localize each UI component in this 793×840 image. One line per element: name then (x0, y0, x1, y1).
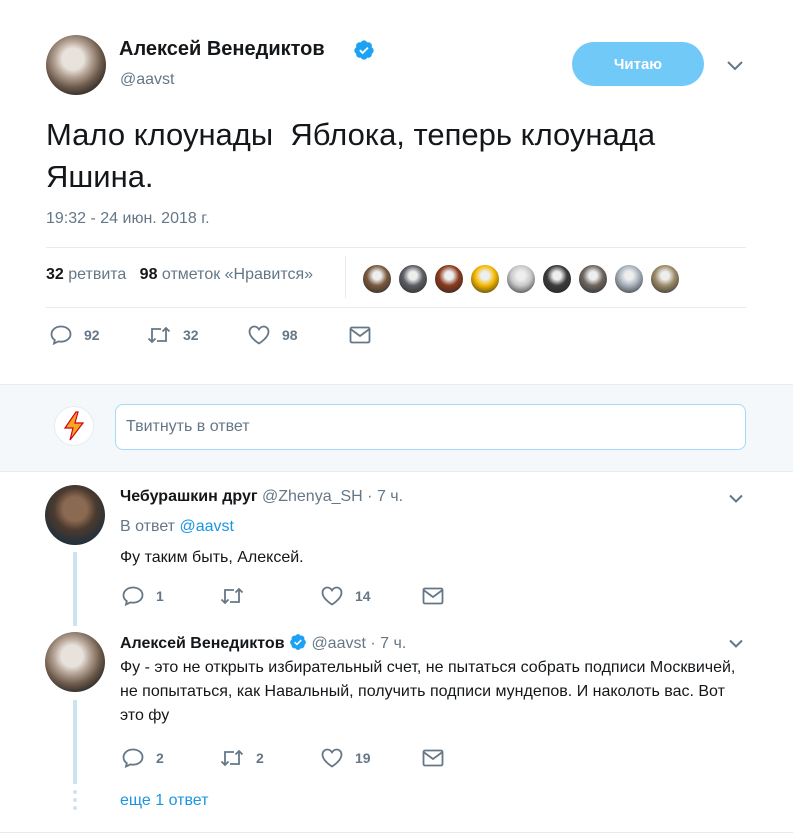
lightning-icon (63, 411, 85, 441)
retweet-count: 32 (183, 327, 199, 343)
author-name[interactable]: Алексей Венедиктов (119, 38, 325, 61)
reply-time[interactable]: · 7 ч. (367, 488, 403, 505)
reply-action[interactable]: 92 (50, 325, 100, 345)
reply-to-label: В ответ (120, 518, 176, 535)
reply-text: Фу таким быть, Алексей. (120, 549, 304, 566)
reply-author-avatar[interactable] (45, 485, 105, 545)
heart-icon (321, 748, 343, 768)
like-count: 19 (355, 750, 371, 766)
chevron-down-icon[interactable] (728, 493, 744, 504)
reply-header: Алексей Венедиктов @aavst · 7 ч. (120, 633, 406, 653)
like-action[interactable]: 14 (321, 586, 371, 606)
reply-input[interactable] (115, 404, 746, 450)
reply-header: Чебурашкин друг @Zhenya_SH · 7 ч. (120, 488, 403, 506)
envelope-icon (422, 587, 444, 605)
thread-dot (73, 798, 77, 802)
tweet-timestamp[interactable]: 19:32 - 24 июн. 2018 г. (46, 210, 210, 228)
retweet-icon (220, 587, 244, 605)
liker-avatar[interactable] (578, 264, 608, 294)
tweet-stats: 32 ретвита 98 отметок «Нравится» (46, 266, 313, 284)
like-action[interactable]: 19 (321, 748, 371, 768)
retweets-label[interactable]: ретвита (68, 266, 126, 283)
thread-line (73, 552, 77, 626)
thread-line (73, 700, 77, 784)
liker-avatar[interactable] (434, 264, 464, 294)
tweet-text: Мало клоунады Яблока, теперь клоунада Яш… (46, 117, 664, 194)
liker-avatar[interactable] (506, 264, 536, 294)
current-user-avatar[interactable] (54, 406, 94, 446)
reply-author-avatar[interactable] (45, 632, 105, 692)
like-count: 98 (282, 327, 298, 343)
show-more-replies-link[interactable]: еще 1 ответ (120, 792, 208, 810)
direct-message-action[interactable] (422, 587, 456, 605)
reply-icon (50, 325, 72, 345)
reply-action[interactable]: 2 (122, 748, 164, 768)
thread-dot (73, 790, 77, 794)
reply-text: Фу - это не открыть избирательный счет, … (120, 659, 736, 724)
reply-time[interactable]: · 7 ч. (370, 635, 406, 652)
thread-dot (73, 806, 77, 810)
reply-author-handle[interactable]: @Zhenya_SH (262, 488, 363, 505)
direct-message-action[interactable] (349, 326, 383, 344)
retweet-count: 2 (256, 750, 264, 766)
liker-avatar[interactable] (614, 264, 644, 294)
retweet-action[interactable]: 2 (220, 748, 264, 768)
reply-author-handle[interactable]: @aavst (311, 635, 365, 652)
retweet-action[interactable]: 32 (147, 325, 199, 345)
liker-avatar[interactable] (650, 264, 680, 294)
reply-count: 1 (156, 588, 164, 604)
reply-to-handle[interactable]: @aavst (179, 518, 233, 535)
following-button[interactable]: Читаю (572, 42, 704, 86)
direct-message-action[interactable] (422, 749, 456, 767)
reply-icon (122, 586, 144, 606)
liker-avatar[interactable] (362, 264, 392, 294)
reply-icon (122, 748, 144, 768)
divider (46, 307, 746, 308)
liker-avatar[interactable] (470, 264, 500, 294)
liker-avatar[interactable] (398, 264, 428, 294)
verified-badge-icon (354, 40, 374, 60)
like-action[interactable]: 98 (248, 325, 298, 345)
stats-divider (345, 256, 346, 298)
verified-badge-icon (290, 634, 306, 650)
author-avatar[interactable] (46, 35, 106, 95)
reply-author-name[interactable]: Алексей Венедиктов (120, 635, 285, 652)
liker-avatar[interactable] (542, 264, 572, 294)
chevron-down-icon[interactable] (726, 59, 744, 71)
reply-author-name[interactable]: Чебурашкин друг (120, 488, 258, 505)
reply-count: 92 (84, 327, 100, 343)
reply-context: В ответ @aavst (120, 518, 234, 536)
author-handle[interactable]: @aavst (120, 71, 174, 89)
chevron-down-icon[interactable] (728, 638, 744, 649)
divider (46, 247, 746, 248)
envelope-icon (349, 326, 371, 344)
like-count: 14 (355, 588, 371, 604)
reply-action[interactable]: 1 (122, 586, 164, 606)
likes-count[interactable]: 98 (140, 266, 158, 283)
retweets-count[interactable]: 32 (46, 266, 64, 283)
retweet-icon (147, 326, 171, 344)
reply-count: 2 (156, 750, 164, 766)
heart-icon (248, 325, 270, 345)
envelope-icon (422, 749, 444, 767)
divider (0, 832, 793, 833)
retweet-action[interactable] (220, 586, 256, 606)
retweet-icon (220, 749, 244, 767)
heart-icon (321, 586, 343, 606)
likes-label[interactable]: отметок «Нравится» (162, 266, 313, 283)
